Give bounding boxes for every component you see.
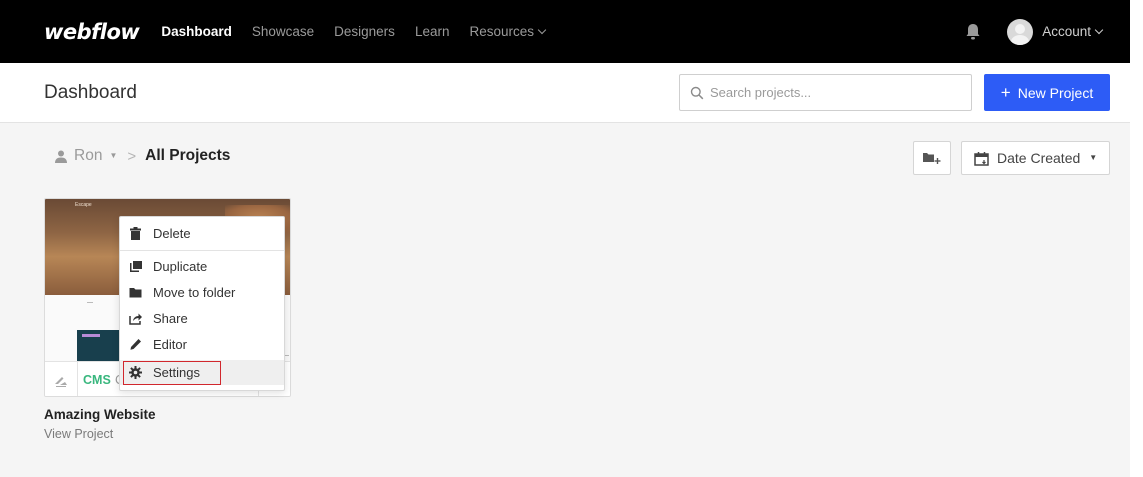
nav-link-resources-label: Resources xyxy=(469,24,534,39)
designer-hat-icon[interactable] xyxy=(54,374,68,388)
account-label: Account xyxy=(1042,24,1091,39)
calendar-icon xyxy=(974,151,989,166)
new-project-button[interactable]: + New Project xyxy=(984,74,1110,111)
menu-item-label: Move to folder xyxy=(153,285,236,300)
pencil-icon xyxy=(130,339,141,350)
chevron-down-icon xyxy=(537,25,547,35)
menu-item-label: Editor xyxy=(153,337,187,352)
folder-plus-icon xyxy=(923,153,941,164)
nav-link-learn[interactable]: Learn xyxy=(415,24,450,39)
new-project-label: New Project xyxy=(1017,84,1094,101)
nav-link-dashboard[interactable]: Dashboard xyxy=(161,24,232,39)
nav-link-resources[interactable]: Resources xyxy=(469,24,547,39)
page-header: Dashboard + New Project xyxy=(0,63,1130,123)
cms-badge: CMS xyxy=(83,373,111,387)
search-box[interactable] xyxy=(679,74,972,111)
menu-item-label: Share xyxy=(153,311,188,326)
menu-item-label: Duplicate xyxy=(153,259,208,274)
menu-item-editor[interactable]: Editor xyxy=(120,332,284,357)
menu-item-duplicate[interactable]: Duplicate xyxy=(120,254,284,279)
menu-item-move-to-folder[interactable]: Move to folder xyxy=(120,280,284,305)
webflow-logo[interactable]: webflow xyxy=(44,20,140,44)
folder-icon xyxy=(129,288,142,298)
nav-link-designers[interactable]: Designers xyxy=(334,24,395,39)
settings-highlight-box xyxy=(123,361,221,385)
thumbnail-divider xyxy=(87,302,93,303)
caret-down-icon[interactable]: ▼ xyxy=(109,151,117,160)
plus-icon: + xyxy=(1000,83,1011,102)
breadcrumb-user[interactable]: Ron xyxy=(74,147,102,165)
menu-divider xyxy=(120,250,284,251)
breadcrumb: Ron ▼ > All Projects xyxy=(54,147,230,165)
new-folder-button[interactable] xyxy=(913,141,951,175)
footer-divider xyxy=(77,362,78,396)
menu-item-delete[interactable]: Delete xyxy=(120,221,284,246)
menu-item-label: Delete xyxy=(153,226,191,241)
sort-label: Date Created xyxy=(997,150,1081,166)
search-input[interactable] xyxy=(710,85,950,100)
project-title[interactable]: Amazing Website xyxy=(44,407,156,422)
sort-dropdown[interactable]: Date Created ▼ xyxy=(961,141,1110,175)
project-context-menu: Delete Duplicate Move to folder Share Ed… xyxy=(119,216,285,391)
menu-item-share[interactable]: Share xyxy=(120,306,284,331)
duplicate-icon xyxy=(130,261,142,272)
avatar[interactable] xyxy=(1007,18,1034,45)
view-project-link[interactable]: View Project xyxy=(44,427,113,441)
thumbnail-brand: Escape xyxy=(75,202,92,208)
breadcrumb-current: All Projects xyxy=(145,147,231,164)
nav-right: Account xyxy=(965,0,1104,63)
page-title: Dashboard xyxy=(44,82,137,103)
breadcrumb-separator: > xyxy=(127,147,137,165)
caret-down-icon: ▼ xyxy=(1089,152,1098,162)
chevron-down-icon xyxy=(1094,25,1104,35)
trash-icon xyxy=(130,227,141,240)
top-nav: webflow Dashboard Showcase Designers Lea… xyxy=(0,0,1130,63)
share-icon xyxy=(129,313,142,325)
account-menu[interactable]: Account xyxy=(1042,24,1104,39)
nav-link-showcase[interactable]: Showcase xyxy=(252,24,314,39)
search-icon xyxy=(690,86,704,99)
person-icon xyxy=(55,150,67,163)
bell-icon[interactable] xyxy=(965,23,981,41)
